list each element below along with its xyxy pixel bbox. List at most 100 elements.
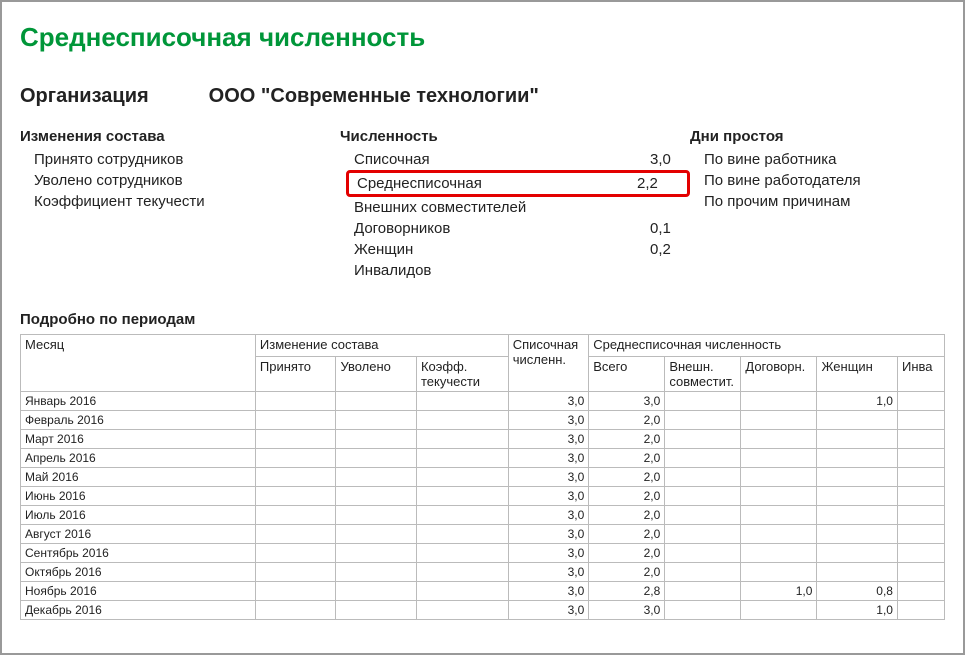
downtime-label: По вине работника — [704, 151, 900, 168]
cell-month: Июнь 2016 — [21, 487, 256, 506]
th-uvoleno: Уволено — [336, 357, 417, 392]
cell-prinyato — [255, 468, 336, 487]
cell-month: Декабрь 2016 — [21, 601, 256, 620]
cell-vsego: 3,0 — [589, 392, 665, 411]
table-header: Месяц Изменение состава Списочная числен… — [21, 335, 945, 392]
changes-value — [300, 193, 340, 210]
cell-vneshn — [665, 506, 741, 525]
cell-month: Сентябрь 2016 — [21, 544, 256, 563]
count-header: Численность — [340, 128, 690, 145]
cell-vneshn — [665, 392, 741, 411]
cell-koeff — [416, 525, 508, 544]
cell-invalid — [897, 430, 944, 449]
count-value: 0,2 — [650, 241, 690, 258]
th-dogovor: Договорн. — [741, 357, 817, 392]
cell-uvoleno — [336, 582, 417, 601]
summary-section: Изменения состава Принято сотрудниковУво… — [20, 128, 945, 281]
cell-prinyato — [255, 411, 336, 430]
cell-koeff — [416, 506, 508, 525]
downtime-row: По прочим причинам — [690, 191, 940, 212]
cell-vsego: 2,0 — [589, 563, 665, 582]
cell-vneshn — [665, 449, 741, 468]
table-row: Январь 20163,03,01,0 — [21, 392, 945, 411]
cell-zhenshin — [817, 544, 898, 563]
changes-value — [300, 172, 340, 189]
cell-dogovor: 1,0 — [741, 582, 817, 601]
th-count-group: Среднесписочная численность — [589, 335, 945, 357]
count-value: 3,0 — [650, 151, 690, 168]
changes-label: Коэффициент текучести — [34, 193, 300, 210]
cell-uvoleno — [336, 506, 417, 525]
cell-zhenshin — [817, 506, 898, 525]
count-label: Договорников — [354, 220, 650, 237]
cell-dogovor — [741, 468, 817, 487]
table-row: Июнь 2016 3,02,0 — [21, 487, 945, 506]
cell-spisoch: 3,0 — [508, 506, 589, 525]
cell-vsego: 2,0 — [589, 449, 665, 468]
count-label: Внешних совместителей — [354, 199, 650, 216]
cell-koeff — [416, 468, 508, 487]
cell-uvoleno — [336, 525, 417, 544]
cell-prinyato — [255, 392, 336, 411]
table-body: Январь 20163,03,01,0Февраль 20163,02,0Ма… — [21, 392, 945, 620]
cell-koeff — [416, 411, 508, 430]
cell-koeff — [416, 582, 508, 601]
table-row: Февраль 20163,02,0 — [21, 411, 945, 430]
th-spisoch: Списочная численн. — [508, 335, 589, 392]
cell-vneshn — [665, 411, 741, 430]
cell-month: Март 2016 — [21, 430, 256, 449]
cell-invalid — [897, 411, 944, 430]
cell-vneshn — [665, 430, 741, 449]
cell-uvoleno — [336, 449, 417, 468]
downtime-column: Дни простоя По вине работника По вине раб… — [690, 128, 940, 281]
cell-invalid — [897, 392, 944, 411]
cell-invalid — [897, 468, 944, 487]
changes-label: Уволено сотрудников — [34, 172, 300, 189]
cell-spisoch: 3,0 — [508, 563, 589, 582]
cell-dogovor — [741, 525, 817, 544]
cell-zhenshin — [817, 525, 898, 544]
count-row: Среднесписочная2,2 — [346, 170, 690, 197]
cell-vsego: 2,0 — [589, 544, 665, 563]
table-row: Сентябрь 2016 3,02,0 — [21, 544, 945, 563]
cell-invalid — [897, 449, 944, 468]
downtime-header: Дни простоя — [690, 128, 940, 145]
cell-spisoch: 3,0 — [508, 468, 589, 487]
cell-spisoch: 3,0 — [508, 525, 589, 544]
cell-month: Январь 2016 — [21, 392, 256, 411]
cell-vsego: 2,0 — [589, 487, 665, 506]
cell-zhenshin: 0,8 — [817, 582, 898, 601]
periods-header: Подробно по периодам — [20, 311, 945, 328]
downtime-value — [900, 172, 940, 189]
count-column: Численность Списочная3,0Среднесписочная2… — [340, 128, 690, 281]
cell-dogovor — [741, 411, 817, 430]
cell-koeff — [416, 544, 508, 563]
th-koeff: Коэфф. текучести — [416, 357, 508, 392]
cell-prinyato — [255, 544, 336, 563]
cell-koeff — [416, 449, 508, 468]
cell-spisoch: 3,0 — [508, 487, 589, 506]
cell-uvoleno — [336, 411, 417, 430]
periods-table: Месяц Изменение состава Списочная числен… — [20, 334, 945, 620]
cell-vsego: 2,0 — [589, 468, 665, 487]
table-row: Апрель 20163,02,0 — [21, 449, 945, 468]
downtime-label: По вине работодателя — [704, 172, 900, 189]
cell-month: Ноябрь 2016 — [21, 582, 256, 601]
cell-vneshn — [665, 582, 741, 601]
changes-label: Принято сотрудников — [34, 151, 300, 168]
changes-row: Коэффициент текучести — [20, 191, 340, 212]
cell-vsego: 2,0 — [589, 525, 665, 544]
cell-vsego: 2,0 — [589, 411, 665, 430]
cell-month: Апрель 2016 — [21, 449, 256, 468]
cell-zhenshin — [817, 411, 898, 430]
cell-dogovor — [741, 449, 817, 468]
downtime-row: По вине работодателя — [690, 170, 940, 191]
cell-vsego: 2,0 — [589, 506, 665, 525]
cell-spisoch: 3,0 — [508, 601, 589, 620]
cell-spisoch: 3,0 — [508, 392, 589, 411]
cell-month: Август 2016 — [21, 525, 256, 544]
cell-zhenshin: 1,0 — [817, 601, 898, 620]
table-row: Июль 20163,02,0 — [21, 506, 945, 525]
cell-invalid — [897, 487, 944, 506]
cell-spisoch: 3,0 — [508, 544, 589, 563]
